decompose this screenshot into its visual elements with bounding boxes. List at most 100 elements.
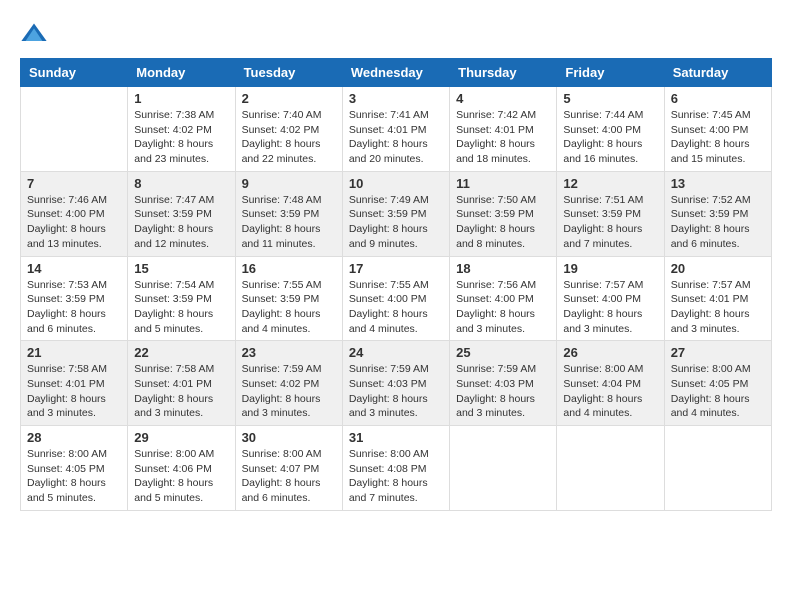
day-number: 1 [134,91,228,106]
day-number: 27 [671,345,765,360]
day-info: Sunrise: 8:00 AMSunset: 4:05 PMDaylight:… [671,362,765,421]
day-info: Sunrise: 7:53 AMSunset: 3:59 PMDaylight:… [27,278,121,337]
calendar-cell: 14 Sunrise: 7:53 AMSunset: 3:59 PMDayligh… [21,256,128,341]
day-info: Sunrise: 7:50 AMSunset: 3:59 PMDaylight:… [456,193,550,252]
day-info: Sunrise: 7:59 AMSunset: 4:03 PMDaylight:… [456,362,550,421]
day-info: Sunrise: 8:00 AMSunset: 4:08 PMDaylight:… [349,447,443,506]
calendar-cell: 26 Sunrise: 8:00 AMSunset: 4:04 PMDayligh… [557,341,664,426]
calendar-cell: 3 Sunrise: 7:41 AMSunset: 4:01 PMDaylight… [342,87,449,172]
day-info: Sunrise: 7:44 AMSunset: 4:00 PMDaylight:… [563,108,657,167]
day-number: 8 [134,176,228,191]
calendar-cell: 18Sunrise: 7:56 AMSunset: 4:00 PMDayligh… [450,256,557,341]
day-number: 17 [349,261,443,276]
day-number: 4 [456,91,550,106]
day-info: Sunrise: 8:00 AMSunset: 4:07 PMDaylight:… [242,447,336,506]
day-info: Sunrise: 7:52 AMSunset: 3:59 PMDaylight:… [671,193,765,252]
day-number: 9 [242,176,336,191]
header-saturday: Saturday [664,59,771,87]
day-number: 28 [27,430,121,445]
calendar-table: SundayMondayTuesdayWednesdayThursdayFrid… [20,58,772,511]
calendar-cell: 30 Sunrise: 8:00 AMSunset: 4:07 PMDayligh… [235,426,342,511]
day-number: 12 [563,176,657,191]
day-number: 30 [242,430,336,445]
calendar-cell: 8 Sunrise: 7:47 AMSunset: 3:59 PMDaylight… [128,171,235,256]
calendar-cell: 10 Sunrise: 7:49 AMSunset: 3:59 PMDayligh… [342,171,449,256]
day-number: 20 [671,261,765,276]
day-number: 3 [349,91,443,106]
day-info: Sunrise: 7:59 AMSunset: 4:03 PMDaylight:… [349,362,443,421]
header-sunday: Sunday [21,59,128,87]
calendar-cell [557,426,664,511]
day-number: 5 [563,91,657,106]
day-number: 14 [27,261,121,276]
calendar-cell: 17Sunrise: 7:55 AMSunset: 4:00 PMDayligh… [342,256,449,341]
calendar-week-row: 7Sunrise: 7:46 AMSunset: 4:00 PMDaylight… [21,171,772,256]
day-info: Sunrise: 7:48 AMSunset: 3:59 PMDaylight:… [242,193,336,252]
day-info: Sunrise: 7:58 AMSunset: 4:01 PMDaylight:… [27,362,121,421]
day-info: Sunrise: 8:00 AMSunset: 4:04 PMDaylight:… [563,362,657,421]
calendar-cell: 24 Sunrise: 7:59 AMSunset: 4:03 PMDayligh… [342,341,449,426]
calendar-cell: 21 Sunrise: 7:58 AMSunset: 4:01 PMDayligh… [21,341,128,426]
header-thursday: Thursday [450,59,557,87]
day-number: 2 [242,91,336,106]
day-number: 23 [242,345,336,360]
calendar-cell: 11Sunrise: 7:50 AMSunset: 3:59 PMDayligh… [450,171,557,256]
logo [20,20,52,48]
day-info: Sunrise: 7:40 AMSunset: 4:02 PMDaylight:… [242,108,336,167]
day-info: Sunrise: 7:58 AMSunset: 4:01 PMDaylight:… [134,362,228,421]
calendar-cell: 22 Sunrise: 7:58 AMSunset: 4:01 PMDayligh… [128,341,235,426]
calendar-cell: 27 Sunrise: 8:00 AMSunset: 4:05 PMDayligh… [664,341,771,426]
day-number: 25 [456,345,550,360]
calendar-cell: 12 Sunrise: 7:51 AMSunset: 3:59 PMDayligh… [557,171,664,256]
day-number: 7 [27,176,121,191]
day-info: Sunrise: 7:41 AMSunset: 4:01 PMDaylight:… [349,108,443,167]
day-info: Sunrise: 7:57 AMSunset: 4:00 PMDaylight:… [563,278,657,337]
calendar-cell: 2 Sunrise: 7:40 AMSunset: 4:02 PMDaylight… [235,87,342,172]
day-number: 15 [134,261,228,276]
day-info: Sunrise: 7:38 AMSunset: 4:02 PMDaylight:… [134,108,228,167]
logo-icon [20,20,48,48]
day-number: 6 [671,91,765,106]
day-number: 24 [349,345,443,360]
calendar-cell: 23Sunrise: 7:59 AMSunset: 4:02 PMDayligh… [235,341,342,426]
day-info: Sunrise: 7:42 AMSunset: 4:01 PMDaylight:… [456,108,550,167]
calendar-cell: 5 Sunrise: 7:44 AMSunset: 4:00 PMDaylight… [557,87,664,172]
day-info: Sunrise: 7:54 AMSunset: 3:59 PMDaylight:… [134,278,228,337]
header-wednesday: Wednesday [342,59,449,87]
day-number: 26 [563,345,657,360]
day-info: Sunrise: 7:57 AMSunset: 4:01 PMDaylight:… [671,278,765,337]
day-number: 21 [27,345,121,360]
day-number: 29 [134,430,228,445]
calendar-cell: 7Sunrise: 7:46 AMSunset: 4:00 PMDaylight… [21,171,128,256]
page-header [20,20,772,48]
calendar-cell: 15 Sunrise: 7:54 AMSunset: 3:59 PMDayligh… [128,256,235,341]
calendar-week-row: 1 Sunrise: 7:38 AMSunset: 4:02 PMDaylight… [21,87,772,172]
calendar-cell: 31Sunrise: 8:00 AMSunset: 4:08 PMDayligh… [342,426,449,511]
calendar-cell: 13 Sunrise: 7:52 AMSunset: 3:59 PMDayligh… [664,171,771,256]
calendar-cell [664,426,771,511]
day-info: Sunrise: 7:47 AMSunset: 3:59 PMDaylight:… [134,193,228,252]
calendar-cell: 9 Sunrise: 7:48 AMSunset: 3:59 PMDaylight… [235,171,342,256]
calendar-cell: 16Sunrise: 7:55 AMSunset: 3:59 PMDayligh… [235,256,342,341]
header-friday: Friday [557,59,664,87]
calendar-cell: 28Sunrise: 8:00 AMSunset: 4:05 PMDayligh… [21,426,128,511]
day-number: 13 [671,176,765,191]
calendar-cell: 20 Sunrise: 7:57 AMSunset: 4:01 PMDayligh… [664,256,771,341]
day-info: Sunrise: 7:55 AMSunset: 3:59 PMDaylight:… [242,278,336,337]
day-number: 22 [134,345,228,360]
day-info: Sunrise: 7:45 AMSunset: 4:00 PMDaylight:… [671,108,765,167]
calendar-week-row: 21 Sunrise: 7:58 AMSunset: 4:01 PMDayligh… [21,341,772,426]
day-info: Sunrise: 8:00 AMSunset: 4:06 PMDaylight:… [134,447,228,506]
calendar-week-row: 14 Sunrise: 7:53 AMSunset: 3:59 PMDayligh… [21,256,772,341]
calendar-cell: 19 Sunrise: 7:57 AMSunset: 4:00 PMDayligh… [557,256,664,341]
day-number: 18 [456,261,550,276]
calendar-cell: 1 Sunrise: 7:38 AMSunset: 4:02 PMDaylight… [128,87,235,172]
header-monday: Monday [128,59,235,87]
day-number: 19 [563,261,657,276]
calendar-header-row: SundayMondayTuesdayWednesdayThursdayFrid… [21,59,772,87]
day-number: 10 [349,176,443,191]
calendar-cell: 4 Sunrise: 7:42 AMSunset: 4:01 PMDaylight… [450,87,557,172]
day-info: Sunrise: 7:49 AMSunset: 3:59 PMDaylight:… [349,193,443,252]
day-info: Sunrise: 7:51 AMSunset: 3:59 PMDaylight:… [563,193,657,252]
calendar-cell: 25 Sunrise: 7:59 AMSunset: 4:03 PMDayligh… [450,341,557,426]
